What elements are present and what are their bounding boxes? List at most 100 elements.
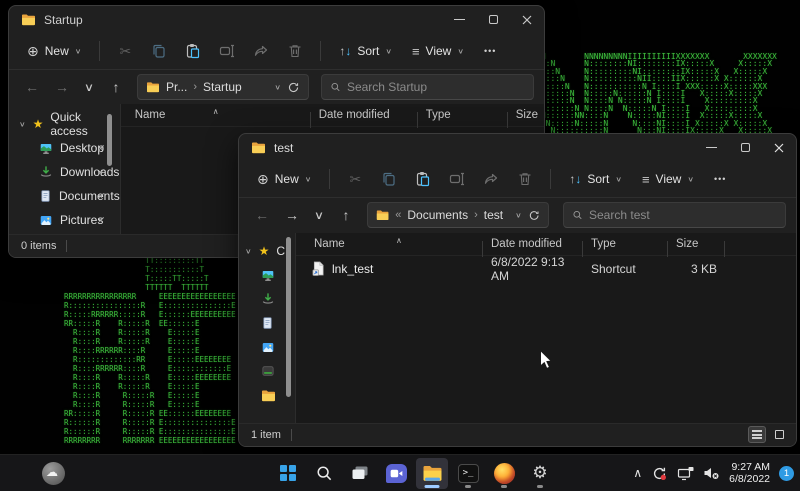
address-dropdown-icon[interactable]: ∨ [274,83,281,92]
chevron-down-icon: ∨ [687,175,694,184]
sidebar-scrollbar[interactable] [286,237,291,397]
column-header-type[interactable]: Type [583,238,668,250]
delete-button[interactable] [280,38,310,64]
new-button[interactable]: ⊕ New ∨ [249,166,319,193]
breadcrumb-separator-icon: › [193,81,197,93]
rename-button[interactable] [212,38,242,64]
clock-date: 6/8/2022 [729,473,770,485]
paste-button[interactable] [178,38,208,64]
search-input[interactable] [589,208,777,222]
cut-button[interactable]: ✂ [110,38,140,64]
recent-locations-button[interactable]: ∨ [309,208,329,222]
column-header-date[interactable]: Date modified [483,238,583,250]
back-button[interactable]: ← [19,79,45,95]
firefox-icon [494,463,515,484]
view-button[interactable]: ≡ View ∨ [404,39,472,64]
start-button[interactable] [272,458,304,489]
column-header-type[interactable]: Type [418,109,508,121]
maximize-button[interactable] [728,134,762,161]
maximize-button[interactable] [476,6,510,33]
tray-overflow-chevron-icon[interactable]: ∧ [633,466,642,480]
up-button[interactable]: ↑ [333,207,359,223]
task-view-icon [351,465,369,481]
column-header-date[interactable]: Date modified [311,109,418,121]
up-button[interactable]: ↑ [103,79,129,95]
titlebar[interactable]: Startup [9,6,544,33]
refresh-icon[interactable] [528,209,540,222]
titlebar[interactable]: test [239,134,796,161]
more-options-button[interactable]: ••• [706,169,734,189]
cut-button[interactable]: ✂ [340,166,370,192]
file-explorer-button[interactable] [416,458,448,489]
search-box[interactable] [321,74,534,100]
chevron-down-icon: ∨ [615,175,622,184]
notification-badge[interactable]: 1 [779,466,794,481]
sidebar-item-downloads[interactable]: Downloads [9,160,120,184]
close-button[interactable] [762,134,796,161]
forward-button[interactable]: → [279,207,305,223]
new-button[interactable]: ⊕ New ∨ [19,38,89,65]
address-dropdown-icon[interactable]: ∨ [515,211,522,220]
column-header-size[interactable]: Size [508,109,545,121]
sort-button[interactable]: ↑↓ Sort ∨ [331,39,400,63]
breadcrumb-root[interactable]: Documents [407,208,468,222]
chat-button[interactable] [380,458,412,489]
forward-button[interactable]: → [49,79,75,95]
sidebar-scrollbar[interactable] [107,114,112,166]
more-options-button[interactable]: ••• [476,41,504,61]
rename-button[interactable] [442,166,472,192]
column-header-size[interactable]: Size [668,238,725,250]
copy-button[interactable] [374,166,404,192]
close-icon [774,143,784,153]
settings-button[interactable]: ⚙ [524,458,556,489]
sort-button[interactable]: ↑↓ Sort ∨ [561,167,630,191]
desktop-icon [261,269,275,282]
column-resize-handle[interactable] [724,241,725,257]
task-view-button[interactable] [344,458,376,489]
minimize-button[interactable] [442,6,476,33]
share-button[interactable] [246,38,276,64]
address-bar[interactable]: « Documents › test ∨ [367,202,549,228]
volume-muted-icon[interactable] [703,466,720,480]
file-row-lnk-test[interactable]: lnk_test 6/8/2022 9:13 AM Shortcut 3 KB [296,256,796,281]
widgets-button[interactable]: ☁ [42,462,65,485]
divider [99,41,100,61]
rename-icon [449,171,465,187]
address-bar[interactable]: Pr... › Startup ∨ [137,74,309,100]
breadcrumb-current[interactable]: test [484,208,503,222]
breadcrumb-current[interactable]: Startup [203,80,242,94]
paste-button[interactable] [408,166,438,192]
view-menu-icon: ≡ [412,44,420,59]
search-box[interactable] [563,202,786,228]
share-button[interactable] [476,166,506,192]
expand-icon[interactable]: ∨ [245,247,252,256]
terminal-button[interactable]: >_ [452,458,484,489]
network-icon[interactable] [677,466,694,481]
search-input[interactable] [347,80,525,94]
back-button[interactable]: ← [249,207,275,223]
sidebar-item-desktop[interactable]: Desktop [9,136,120,160]
column-header-name[interactable]: Name ∧ [121,109,311,121]
recent-locations-button[interactable]: ∨ [79,80,99,94]
view-button[interactable]: ≡ View ∨ [634,167,702,192]
expand-icon[interactable]: ∨ [19,120,26,129]
taskbar-clock[interactable]: 9:27 AM 6/8/2022 [729,461,770,485]
breadcrumb-root[interactable]: Pr... [166,80,187,94]
large-icons-view-button[interactable] [770,426,788,443]
column-header-name[interactable]: Name ∧ [296,238,483,250]
details-view-button[interactable] [748,426,766,443]
firefox-button[interactable] [488,458,520,489]
minimize-button[interactable] [694,134,728,161]
copy-button[interactable] [144,38,174,64]
delete-button[interactable] [510,166,540,192]
breadcrumb-overflow-icon[interactable]: « [395,209,401,221]
taskbar-search-button[interactable] [308,458,340,489]
sidebar-item-documents[interactable]: Documents [9,184,120,208]
sidebar-item-pictures[interactable]: Pictures [9,208,120,232]
update-pending-icon[interactable] [651,465,668,482]
refresh-icon[interactable] [287,81,300,94]
sidebar-item-quick-access[interactable]: ∨ ★ Quick access [9,112,120,136]
terminal-icon: >_ [458,464,479,483]
file-list-area[interactable]: Name ∧ Date modified Type Size [296,233,796,446]
close-button[interactable] [510,6,544,33]
